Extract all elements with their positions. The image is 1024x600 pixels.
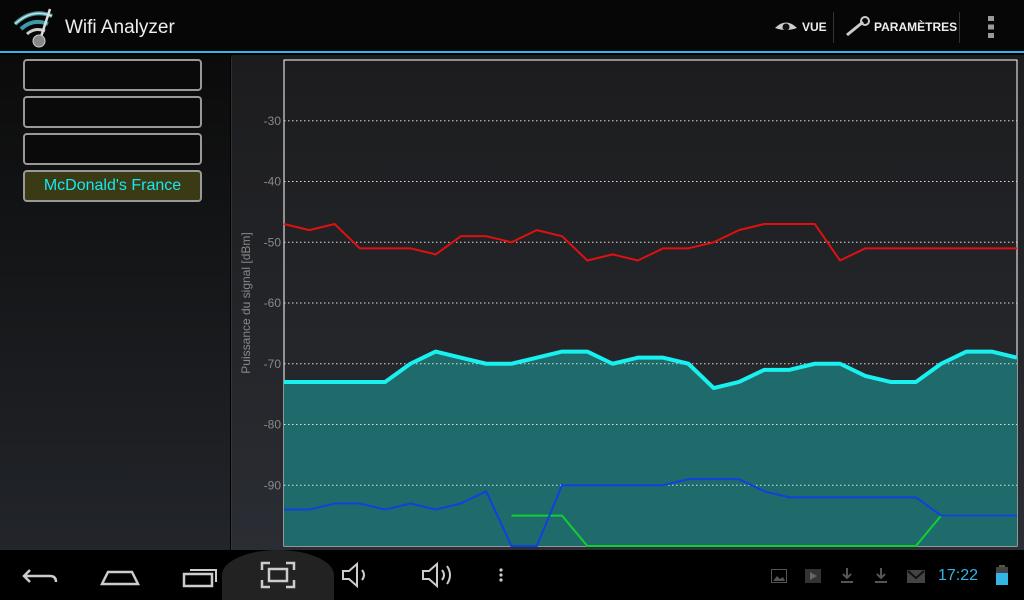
signal-chart: Puissance du signal [dBm] -30 -40 -50 -60 -7…	[231, 58, 1018, 550]
y-axis-label: Puissance du signal [dBm]	[239, 232, 253, 373]
signal-line-series-0	[283, 223, 1017, 262]
view-label: VUE	[802, 20, 827, 34]
y-tick-label: -60	[264, 296, 282, 310]
navigation-bar	[0, 550, 1024, 600]
network-list: McDonald's France	[0, 55, 230, 550]
menu-icon[interactable]	[497, 560, 505, 590]
app-title: Wifi Analyzer	[65, 17, 175, 38]
divider	[959, 12, 960, 43]
gallery-icon[interactable]	[771, 569, 787, 583]
network-item[interactable]	[23, 133, 202, 165]
view-button[interactable]: VUE	[774, 12, 827, 42]
recent-apps-icon[interactable]	[182, 560, 220, 590]
volume-up-icon[interactable]	[420, 560, 460, 590]
settings-label: PARAMÈTRES	[874, 20, 958, 34]
download-icon[interactable]	[840, 567, 854, 583]
wifi-antenna-icon[interactable]	[12, 6, 60, 48]
battery-icon	[996, 565, 1008, 585]
play-store-icon[interactable]	[805, 569, 821, 583]
eye-icon	[775, 22, 797, 31]
divider	[833, 12, 834, 43]
y-tick-label: -30	[264, 114, 282, 128]
clock: 17:22	[938, 567, 979, 584]
wrench-icon	[846, 16, 870, 37]
y-tick-label: -40	[264, 175, 282, 189]
y-tick-label: -90	[264, 478, 282, 492]
y-tick-label: -80	[264, 418, 282, 432]
settings-button[interactable]: PARAMÈTRES	[844, 12, 957, 42]
back-icon[interactable]	[22, 560, 58, 590]
download-icon[interactable]	[874, 567, 888, 583]
network-item[interactable]	[23, 59, 202, 91]
y-tick-label: -70	[264, 357, 282, 371]
home-icon[interactable]	[100, 560, 140, 590]
action-bar: Wifi Analyzer VUE PARAMÈTRES	[0, 0, 1024, 53]
network-item[interactable]	[23, 96, 202, 128]
volume-down-icon[interactable]	[340, 560, 374, 590]
screenshot-icon[interactable]	[260, 560, 296, 590]
network-item-selected[interactable]: McDonald's France	[23, 170, 202, 202]
y-tick-label: -50	[264, 235, 282, 249]
gmail-icon[interactable]	[907, 570, 925, 583]
overflow-menu-icon[interactable]	[987, 12, 995, 42]
signal-chart-area: Puissance du signal [dBm] -30 -40 -50 -60 -7…	[231, 55, 1024, 550]
